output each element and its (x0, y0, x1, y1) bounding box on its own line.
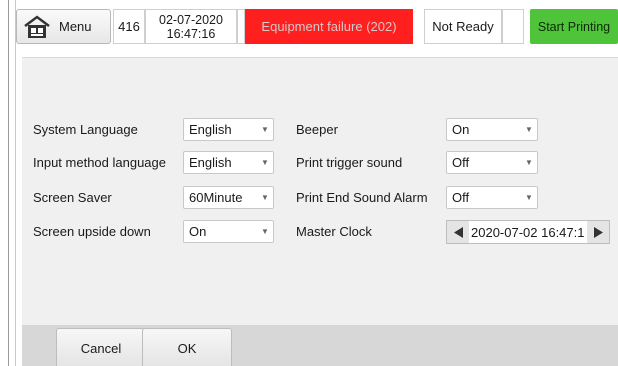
spacer-cell (502, 9, 524, 44)
cancel-button[interactable]: Cancel (56, 328, 146, 366)
beeper-label: Beeper (296, 122, 338, 137)
input-method-language-value: English (189, 155, 232, 170)
print-trigger-sound-select[interactable]: Off ▼ (446, 151, 538, 174)
status-indicator: Not Ready (424, 9, 502, 44)
screen-saver-value: 60Minute (189, 190, 243, 205)
screen-saver-select[interactable]: 60Minute ▼ (183, 186, 274, 209)
screen-saver-label: Screen Saver (33, 190, 112, 205)
menu-button[interactable]: Menu (16, 9, 111, 44)
print-counter: 416 (113, 9, 145, 44)
chevron-down-icon: ▼ (525, 158, 533, 167)
menu-label: Menu (59, 19, 92, 34)
chevron-down-icon: ▼ (525, 125, 533, 134)
alarm-banner[interactable]: Equipment failure (202) (245, 9, 413, 44)
top-toolbar: Menu 416 02-07-2020 16:47:16 Equipment f… (16, 9, 618, 44)
triangle-left-icon[interactable] (447, 221, 469, 243)
master-clock-label: Master Clock (296, 224, 372, 239)
system-language-select[interactable]: English ▼ (183, 118, 274, 141)
system-language-value: English (189, 122, 232, 137)
triangle-right-icon[interactable] (587, 221, 609, 243)
print-trigger-sound-value: Off (452, 155, 470, 170)
master-clock-value[interactable]: 2020-07-02 16:47:1 (469, 221, 587, 243)
input-method-language-label: Input method language (33, 155, 166, 170)
chevron-down-icon: ▼ (261, 193, 269, 202)
home-icon (24, 14, 50, 38)
chevron-down-icon: ▼ (261, 158, 269, 167)
screen-upside-down-value: On (189, 224, 207, 239)
time-text: 16:47:16 (166, 27, 216, 41)
spacer-cell (237, 9, 245, 44)
screen-upside-down-select[interactable]: On ▼ (183, 220, 274, 243)
bottom-action-bar: Cancel OK (22, 325, 618, 366)
datetime-display: 02-07-2020 16:47:16 (145, 9, 237, 44)
chevron-down-icon: ▼ (261, 125, 269, 134)
print-end-sound-alarm-value: Off (452, 190, 470, 205)
print-end-sound-alarm-select[interactable]: Off ▼ (446, 186, 538, 209)
print-end-sound-alarm-label: Print End Sound Alarm (296, 190, 428, 205)
system-language-label: System Language (33, 122, 138, 137)
beeper-value: On (452, 122, 470, 137)
input-method-language-select[interactable]: English ▼ (183, 151, 274, 174)
date-text: 02-07-2020 (159, 13, 223, 27)
master-clock-spinner: 2020-07-02 16:47:1 (446, 220, 610, 244)
screen-upside-down-label: Screen upside down (33, 224, 151, 239)
print-trigger-sound-label: Print trigger sound (296, 155, 403, 170)
beeper-select[interactable]: On ▼ (446, 118, 538, 141)
start-printing-button[interactable]: Start Printing (530, 9, 618, 44)
chevron-down-icon: ▼ (261, 227, 269, 236)
ok-button[interactable]: OK (142, 328, 232, 366)
chevron-down-icon: ▼ (525, 193, 533, 202)
